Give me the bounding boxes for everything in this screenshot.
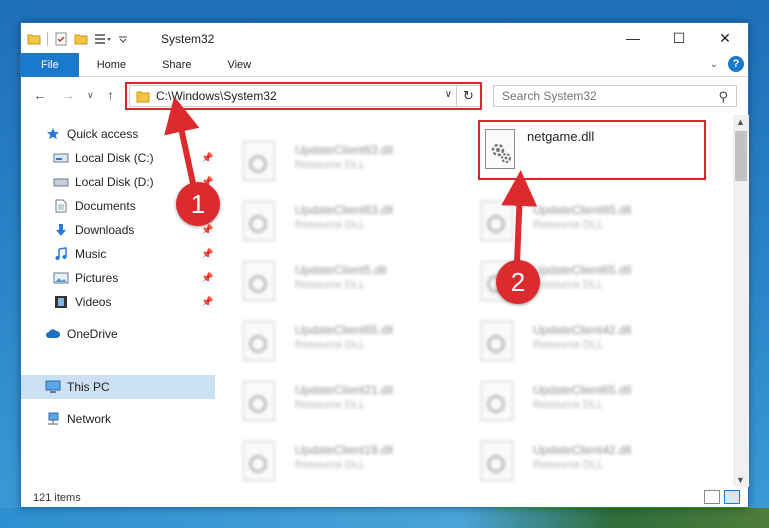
callout-step-1: 1 bbox=[176, 182, 220, 226]
annotation-arrows bbox=[164, 96, 538, 265]
callout-step-2: 2 bbox=[496, 260, 540, 304]
arrow-to-address-bar bbox=[164, 96, 200, 189]
arrow-to-file bbox=[501, 170, 538, 265]
